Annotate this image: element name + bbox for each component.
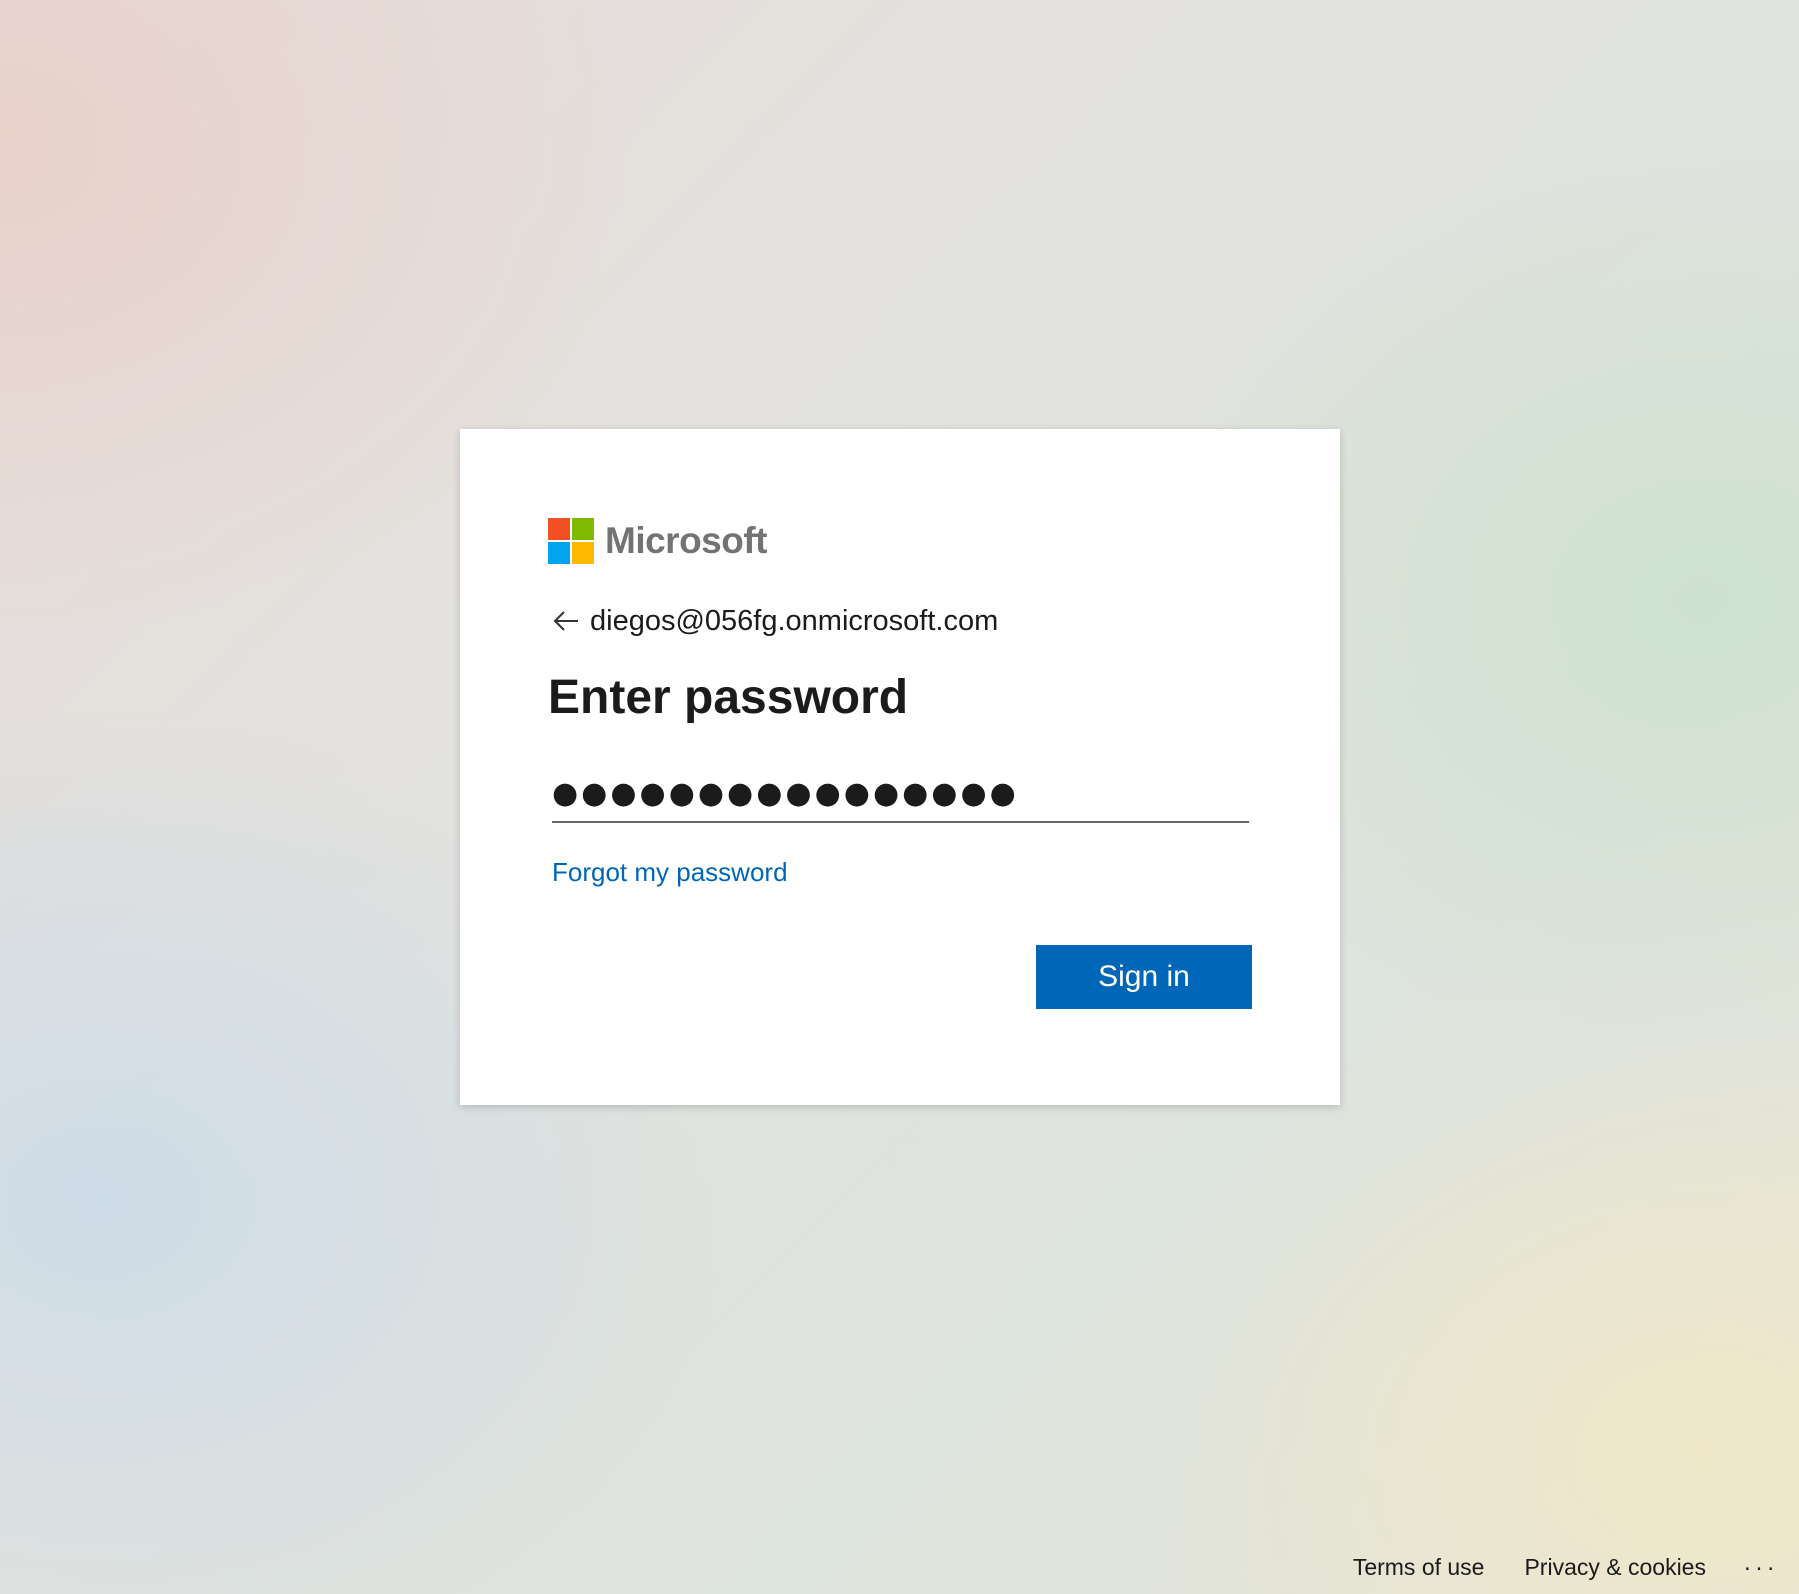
microsoft-logo-icon: [548, 518, 594, 564]
page-title: Enter password: [548, 671, 909, 724]
logo-square-green: [572, 518, 594, 540]
sign-in-card: Microsoft diegos@056fg.onmicrosoft.com E…: [460, 429, 1340, 1105]
more-options-button[interactable]: ...: [1744, 1549, 1779, 1577]
microsoft-logo: Microsoft: [548, 517, 768, 565]
brand-name: Microsoft: [605, 520, 768, 561]
password-field-container: [552, 767, 1249, 823]
identity-back-button[interactable]: diegos@056fg.onmicrosoft.com: [552, 601, 998, 641]
password-input[interactable]: [552, 767, 1249, 819]
logo-square-blue: [548, 542, 570, 564]
sign-in-button[interactable]: Sign in: [1036, 945, 1252, 1009]
account-email: diegos@056fg.onmicrosoft.com: [590, 604, 999, 637]
arrow-left-icon[interactable]: [552, 607, 580, 635]
logo-square-red: [548, 518, 570, 540]
footer: Terms of use Privacy & cookies ...: [1313, 1540, 1799, 1594]
terms-of-use-link[interactable]: Terms of use: [1353, 1554, 1485, 1581]
forgot-password-link[interactable]: Forgot my password: [552, 857, 788, 888]
privacy-cookies-link[interactable]: Privacy & cookies: [1524, 1554, 1706, 1581]
logo-square-yellow: [572, 542, 594, 564]
